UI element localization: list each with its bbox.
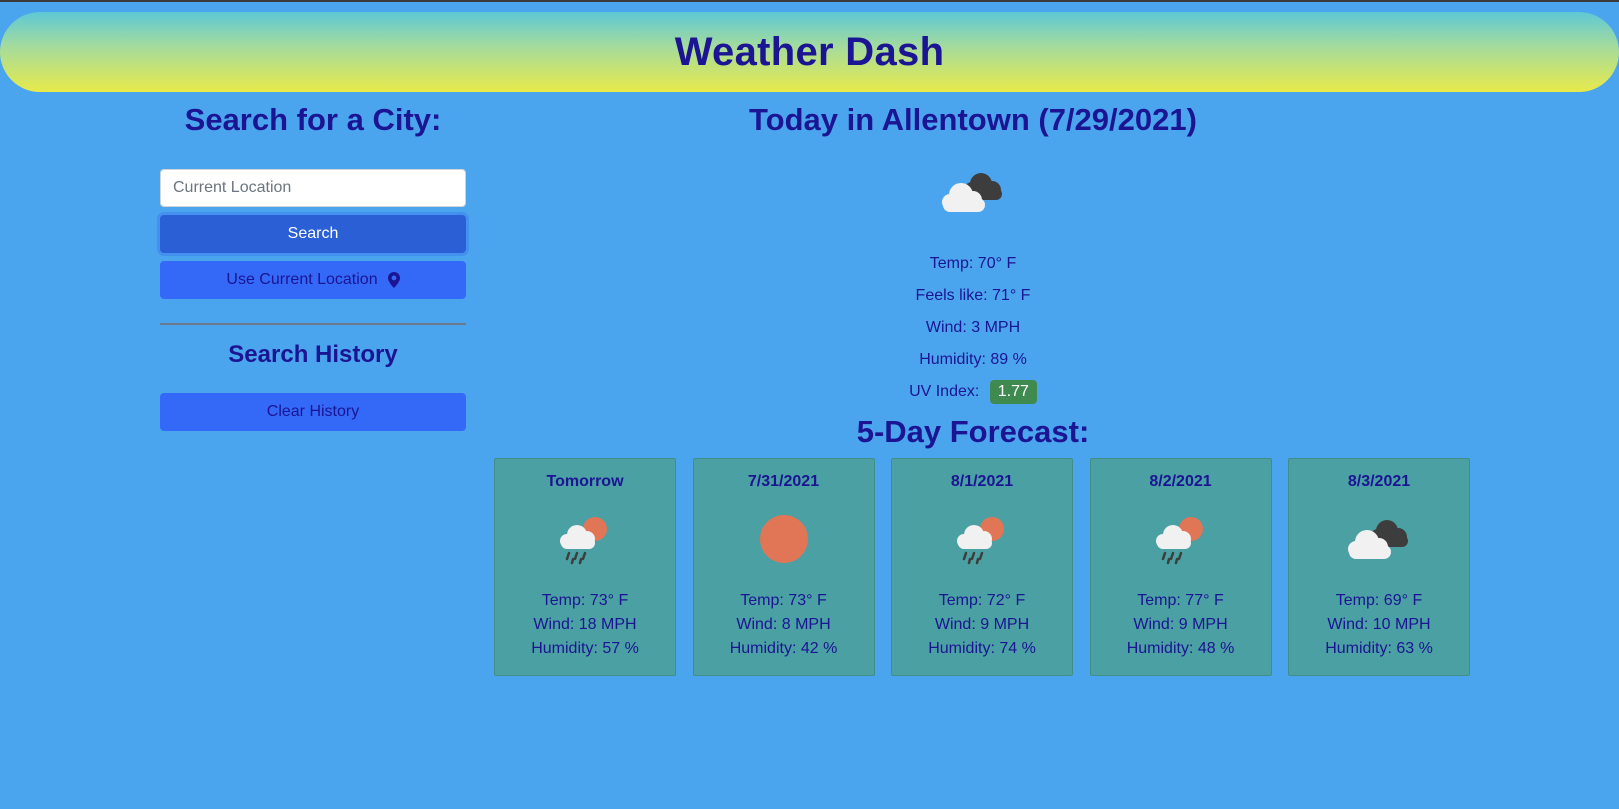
- forecast-card: 8/2/2021 Temp: 77° F Wind: 9 MPH Humidit…: [1089, 458, 1272, 676]
- use-current-location-button[interactable]: Use Current Location: [160, 261, 466, 299]
- forecast-humidity: Humidity: 63 %: [1325, 640, 1433, 657]
- map-pin-icon: [387, 272, 400, 288]
- forecast-card: Tomorrow Temp: 73° F Wind: 18 MPH Humidi…: [494, 458, 676, 676]
- forecast-cards: Tomorrow Temp: 73° F Wind: 18 MPH Humidi…: [494, 458, 1470, 676]
- search-history-heading: Search History: [228, 341, 398, 368]
- uv-index-label: UV Index:: [909, 383, 980, 400]
- forecast-date: 7/31/2021: [747, 473, 820, 490]
- main-content: Today in Allentown (7/29/2021) Temp: 70°…: [490, 92, 1470, 676]
- search-button[interactable]: Search: [160, 215, 466, 253]
- broken-clouds-icon: [490, 168, 1456, 228]
- forecast-wind: Wind: 18 MPH: [533, 616, 637, 633]
- forecast-date: 8/3/2021: [1347, 473, 1411, 490]
- forecast-wind: Wind: 9 MPH: [934, 616, 1030, 633]
- sidebar-divider: [160, 323, 466, 325]
- uv-index-badge: 1.77: [989, 380, 1037, 404]
- forecast-wind: Wind: 10 MPH: [1327, 616, 1431, 633]
- clear-history-button[interactable]: Clear History: [160, 393, 466, 431]
- use-current-location-label: Use Current Location: [226, 271, 378, 288]
- sun-icon: [758, 509, 810, 569]
- app-title: Weather Dash: [674, 29, 945, 74]
- forecast-humidity: Humidity: 48 %: [1126, 640, 1235, 657]
- forecast-card: 8/3/2021 Temp: 69° F Wind: 10 MPH Humidi…: [1288, 458, 1470, 676]
- search-heading: Search for a City:: [184, 102, 442, 137]
- today-wind: Wind: 3 MPH: [925, 319, 1021, 336]
- today-uv-row: UV Index: 1.77: [490, 376, 1456, 408]
- forecast-title: 5-Day Forecast:: [856, 414, 1090, 449]
- forecast-card: 8/1/2021 Temp: 72° F Wind: 9 MPH Humidit…: [891, 458, 1073, 676]
- search-button-label: Search: [287, 225, 339, 242]
- today-feels-like: Feels like: 71° F: [915, 287, 1031, 304]
- forecast-wind: Wind: 8 MPH: [736, 616, 831, 633]
- forecast-details: Temp: 77° F Wind: 9 MPH Humidity: 48 %: [1127, 589, 1235, 661]
- sidebar: Search for a City: Search Use Current Lo…: [160, 92, 466, 431]
- today-title: Today in Allentown (7/29/2021): [749, 102, 1197, 137]
- app-header: Weather Dash: [0, 12, 1619, 92]
- clear-history-label: Clear History: [266, 403, 360, 420]
- forecast-card: 7/31/2021 Temp: 73° F Wind: 8 MPH Humidi…: [692, 458, 875, 676]
- forecast-temp: Temp: 73° F: [740, 592, 827, 609]
- forecast-temp: Temp: 73° F: [541, 592, 629, 609]
- today-temp: Temp: 70° F: [929, 255, 1017, 272]
- forecast-humidity: Humidity: 74 %: [928, 640, 1036, 657]
- forecast-date: 8/1/2021: [950, 473, 1014, 490]
- window-top-border: [0, 0, 1619, 2]
- forecast-temp: Temp: 69° F: [1335, 592, 1423, 609]
- city-search-input[interactable]: [160, 169, 466, 207]
- broken-clouds-icon: [1343, 509, 1415, 569]
- forecast-details: Temp: 72° F Wind: 9 MPH Humidity: 74 %: [928, 589, 1036, 661]
- forecast-humidity: Humidity: 57 %: [531, 640, 639, 657]
- forecast-details: Temp: 69° F Wind: 10 MPH Humidity: 63 %: [1325, 589, 1433, 661]
- today-stats: Temp: 70° F Feels like: 71° F Wind: 3 MP…: [490, 248, 1456, 408]
- forecast-humidity: Humidity: 42 %: [729, 640, 838, 657]
- rain-sun-icon: [1151, 509, 1211, 569]
- forecast-temp: Temp: 72° F: [938, 592, 1026, 609]
- rain-sun-icon: [952, 509, 1012, 569]
- forecast-details: Temp: 73° F Wind: 8 MPH Humidity: 42 %: [730, 589, 838, 661]
- forecast-details: Temp: 73° F Wind: 18 MPH Humidity: 57 %: [531, 589, 639, 661]
- forecast-date: 8/2/2021: [1149, 473, 1212, 490]
- today-humidity: Humidity: 89 %: [919, 351, 1027, 368]
- forecast-wind: Wind: 9 MPH: [1133, 616, 1228, 633]
- forecast-date: Tomorrow: [546, 473, 624, 490]
- forecast-temp: Temp: 77° F: [1137, 592, 1224, 609]
- rain-sun-icon: [555, 509, 615, 569]
